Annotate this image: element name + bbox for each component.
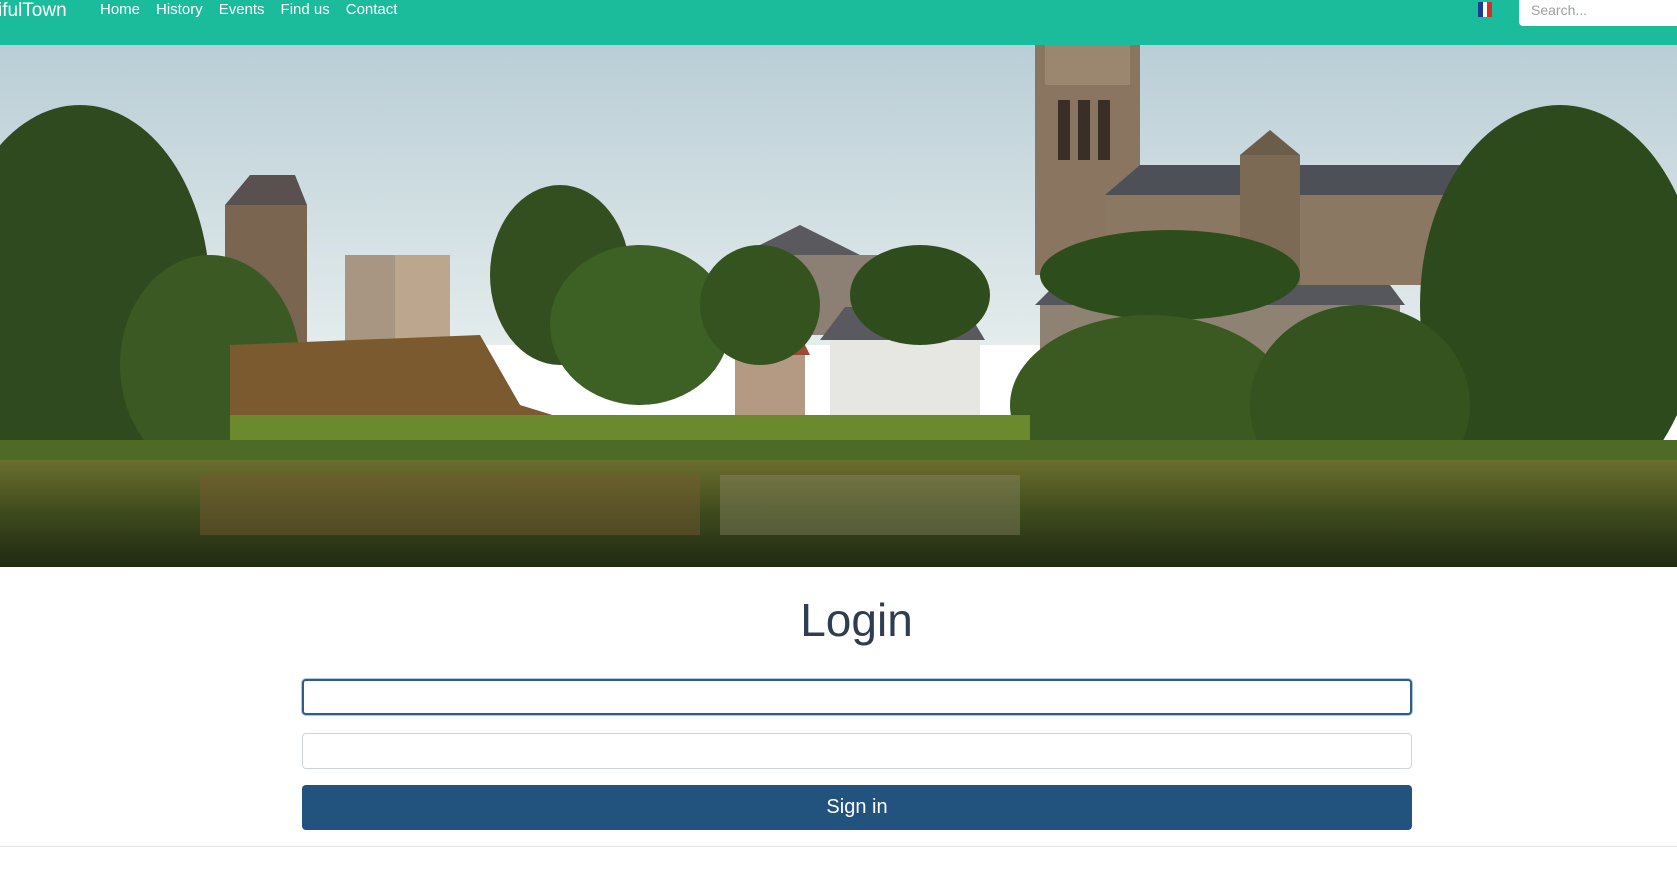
french-flag-icon[interactable] xyxy=(1478,2,1493,17)
nav-link-events[interactable]: Events xyxy=(211,0,273,20)
login-title: Login xyxy=(800,594,913,646)
nav-link-contact[interactable]: Contact xyxy=(338,0,406,20)
sign-in-button[interactable]: Sign in xyxy=(302,785,1412,830)
nav-link-find-us[interactable]: Find us xyxy=(273,0,338,20)
brand-logo[interactable]: ifulTown xyxy=(0,0,67,22)
hero-image xyxy=(0,45,1677,567)
nav-link-home[interactable]: Home xyxy=(92,0,148,20)
nav-link-history[interactable]: History xyxy=(148,0,211,20)
nav-links: Home History Events Find us Contact xyxy=(92,0,405,20)
footer-divider xyxy=(0,846,1677,847)
password-field[interactable] xyxy=(302,733,1412,769)
search-input[interactable] xyxy=(1519,0,1677,26)
username-field[interactable] xyxy=(302,679,1412,715)
top-navbar: ifulTown Home History Events Find us Con… xyxy=(0,0,1677,45)
